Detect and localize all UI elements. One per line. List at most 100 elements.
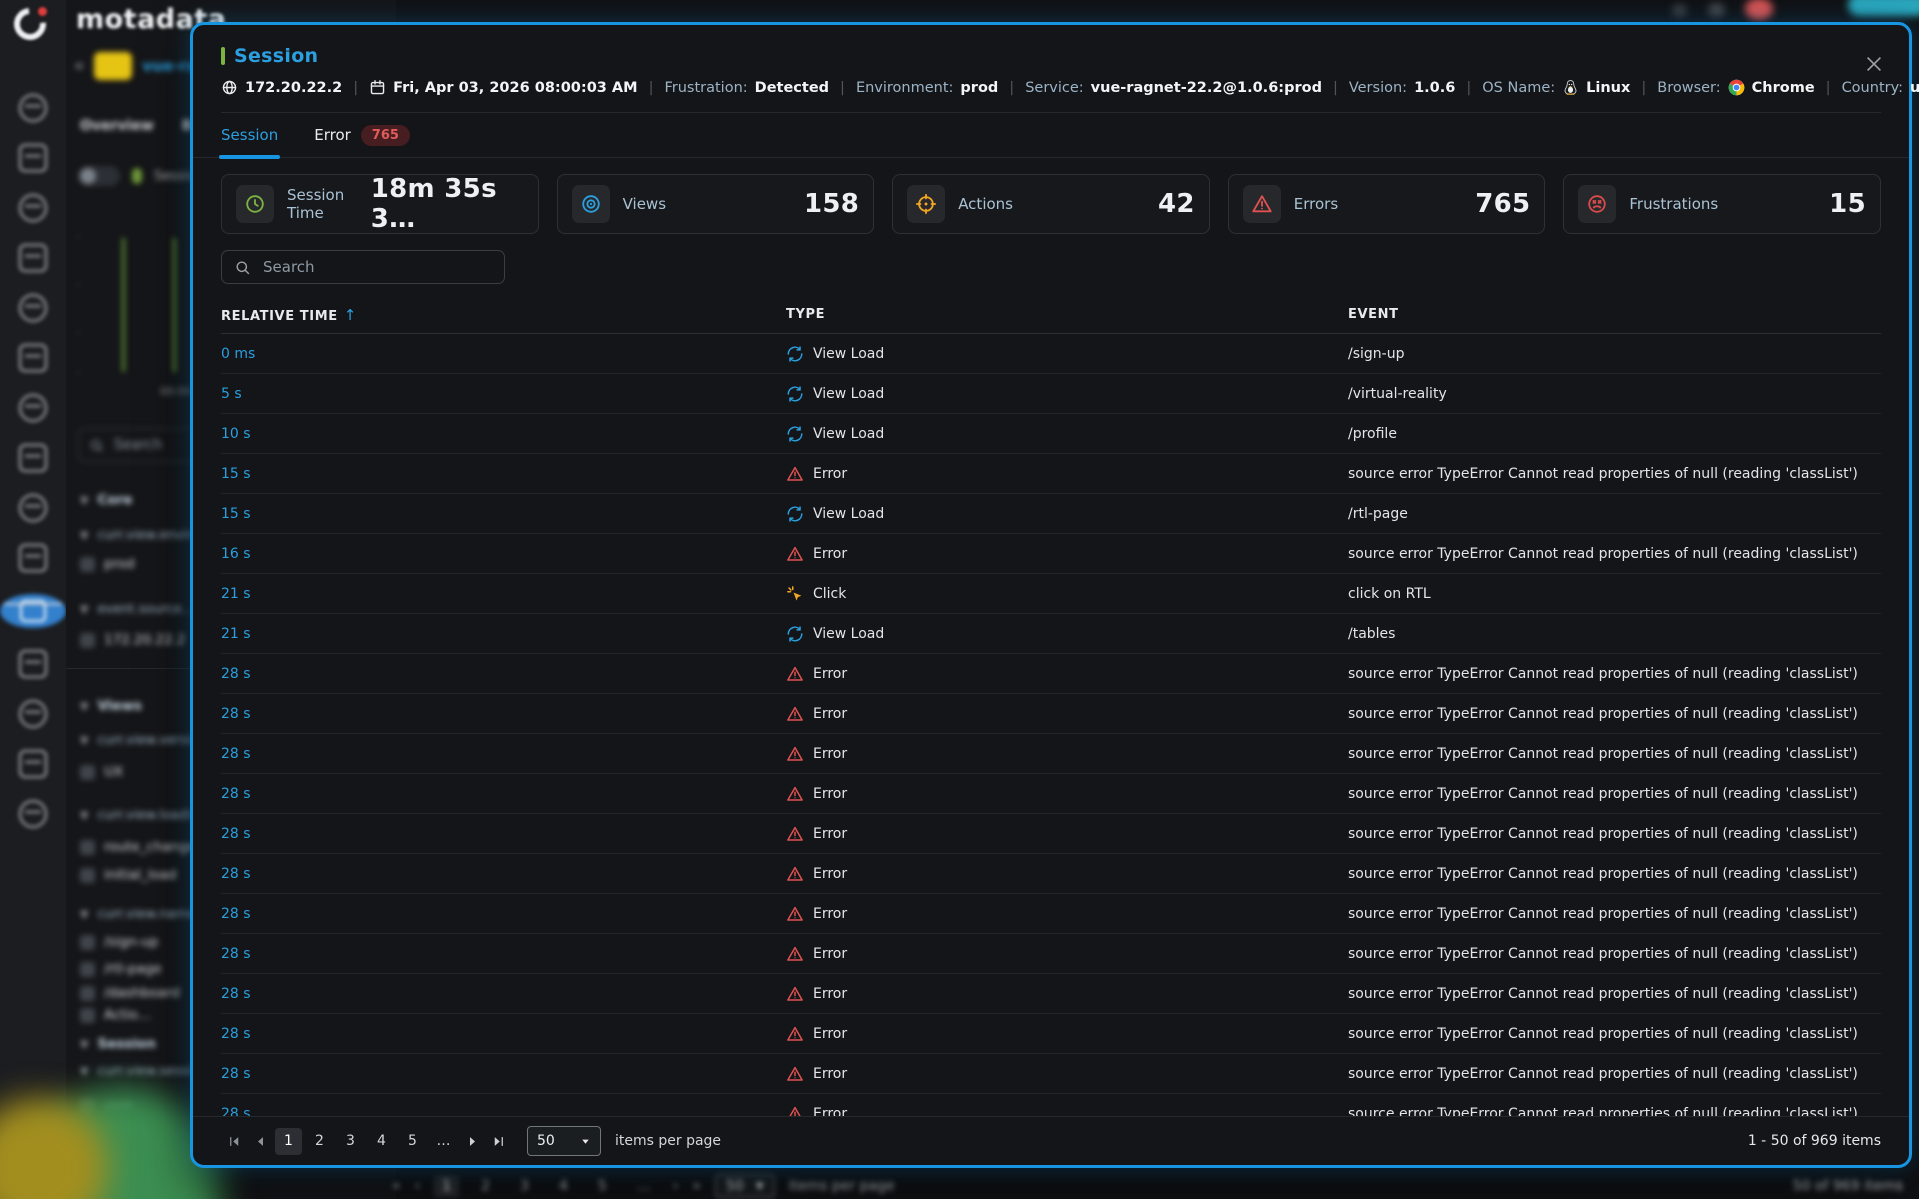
chevron-down-icon[interactable]: ▼ — [80, 494, 88, 507]
tree-item-check[interactable]: route_change — [80, 839, 196, 855]
bg-nav-icon[interactable]: ‹ — [415, 1178, 421, 1194]
bg-nav-icon[interactable]: « — [392, 1178, 401, 1194]
sidebar-module-icon[interactable] — [19, 194, 47, 222]
checkbox[interactable] — [80, 633, 95, 648]
table-row[interactable]: 5 sView Load/virtual-reality — [221, 374, 1881, 414]
tree-item-check[interactable]: prod — [80, 556, 135, 572]
checkbox[interactable] — [80, 840, 95, 855]
event-time-link[interactable]: 21 s — [221, 586, 786, 602]
panel-tab[interactable]: Overview — [80, 118, 154, 134]
last-page-icon[interactable] — [485, 1128, 511, 1154]
table-row[interactable]: 10 sView Load/profile — [221, 414, 1881, 454]
sidebar-module-icon[interactable] — [19, 800, 47, 828]
tree-item-check[interactable]: /dashboard — [80, 985, 180, 1001]
event-time-link[interactable]: 28 s — [221, 786, 786, 802]
bg-page-button[interactable]: 5 — [590, 1175, 615, 1197]
bg-page-button[interactable]: 2 — [473, 1175, 498, 1197]
event-time-link[interactable]: 0 ms — [221, 346, 786, 362]
page-size-select[interactable]: 50 — [527, 1126, 601, 1156]
chevron-down-icon[interactable]: ▼ — [80, 908, 88, 921]
tree-item-check[interactable]: Actio… — [80, 1007, 151, 1023]
event-time-link[interactable]: 5 s — [221, 386, 786, 402]
chevron-down-icon[interactable]: ▼ — [80, 734, 88, 747]
tree-item-section[interactable]: ▼Views — [80, 698, 142, 714]
bg-page-button[interactable]: 4 — [551, 1175, 576, 1197]
table-row[interactable]: 28 sErrorsource error TypeError Cannot r… — [221, 734, 1881, 774]
event-time-link[interactable]: 28 s — [221, 946, 786, 962]
chevron-down-icon[interactable]: ▼ — [80, 603, 88, 616]
event-time-link[interactable]: 28 s — [221, 986, 786, 1002]
checkbox[interactable] — [80, 935, 95, 950]
event-time-link[interactable]: 21 s — [221, 626, 786, 642]
chevron-down-icon[interactable]: ▼ — [80, 809, 88, 822]
chevron-down-icon[interactable]: ▼ — [80, 529, 88, 542]
sidebar-module-icon[interactable] — [19, 700, 47, 728]
search-input[interactable] — [261, 257, 492, 277]
table-row[interactable]: 28 sErrorsource error TypeError Cannot r… — [221, 894, 1881, 934]
tree-item-sub[interactable]: ▼event.source… — [80, 602, 195, 617]
collapse-panel-icon[interactable]: « — [74, 56, 84, 76]
event-time-link[interactable]: 28 s — [221, 746, 786, 762]
checkbox[interactable] — [80, 986, 95, 1001]
table-row[interactable]: 28 sErrorsource error TypeError Cannot r… — [221, 1054, 1881, 1094]
page-button-…[interactable]: … — [430, 1128, 457, 1155]
event-time-link[interactable]: 10 s — [221, 426, 786, 442]
bg-page-button[interactable]: 3 — [512, 1175, 537, 1197]
sidebar-module-icon[interactable] — [19, 94, 47, 122]
table-row[interactable]: 15 sErrorsource error TypeError Cannot r… — [221, 454, 1881, 494]
tree-item-section[interactable]: ▼Core — [80, 492, 132, 508]
column-relative-time[interactable]: RELATIVE TIME↑ — [221, 306, 786, 324]
next-page-icon[interactable] — [459, 1128, 485, 1154]
table-row[interactable]: 28 sErrorsource error TypeError Cannot r… — [221, 934, 1881, 974]
page-button-1[interactable]: 1 — [275, 1128, 302, 1155]
chevron-down-icon[interactable]: ▼ — [80, 1065, 88, 1078]
event-time-link[interactable]: 28 s — [221, 866, 786, 882]
table-row[interactable]: 28 sErrorsource error TypeError Cannot r… — [221, 694, 1881, 734]
table-row[interactable]: 28 sErrorsource error TypeError Cannot r… — [221, 854, 1881, 894]
sidebar-module-icon[interactable] — [19, 394, 47, 422]
sidebar-module-icon[interactable] — [19, 144, 47, 172]
bg-page-button[interactable]: … — [629, 1175, 659, 1197]
event-time-link[interactable]: 28 s — [221, 1026, 786, 1042]
page-button-4[interactable]: 4 — [368, 1128, 395, 1155]
tree-item-check[interactable]: UX — [80, 764, 123, 780]
sidebar-module-icon[interactable] — [19, 750, 47, 778]
event-time-link[interactable]: 28 s — [221, 826, 786, 842]
toggle-switch[interactable] — [78, 166, 120, 186]
table-row[interactable]: 28 sErrorsource error TypeError Cannot r… — [221, 774, 1881, 814]
checkbox[interactable] — [80, 1008, 95, 1023]
table-row[interactable]: 21 sView Load/tables — [221, 614, 1881, 654]
bg-page-size-select[interactable]: 50▼ — [715, 1174, 775, 1198]
table-row[interactable]: 15 sView Load/rtl-page — [221, 494, 1881, 534]
table-row[interactable]: 21 sClickclick on RTL — [221, 574, 1881, 614]
table-row[interactable]: 28 sErrorsource error TypeError Cannot r… — [221, 974, 1881, 1014]
table-row[interactable]: 0 msView Load/sign-up — [221, 334, 1881, 374]
event-time-link[interactable]: 16 s — [221, 546, 786, 562]
chevron-down-icon[interactable]: ▼ — [80, 700, 88, 713]
event-time-link[interactable]: 28 s — [221, 666, 786, 682]
event-time-link[interactable]: 28 s — [221, 706, 786, 722]
checkbox[interactable] — [80, 765, 95, 780]
event-time-link[interactable]: 28 s — [221, 906, 786, 922]
page-button-3[interactable]: 3 — [337, 1128, 364, 1155]
tree-item-check[interactable]: initial_load — [80, 867, 177, 883]
tree-item-check[interactable]: /rtl-page — [80, 961, 162, 977]
tab-error[interactable]: Error 765 — [314, 113, 410, 157]
sidebar-module-icon[interactable] — [19, 494, 47, 522]
checkbox[interactable] — [80, 557, 95, 572]
page-button-5[interactable]: 5 — [399, 1128, 426, 1155]
event-time-link[interactable]: 15 s — [221, 466, 786, 482]
page-button-2[interactable]: 2 — [306, 1128, 333, 1155]
sidebar-module-icon[interactable] — [19, 244, 47, 272]
close-icon[interactable] — [1863, 53, 1885, 75]
column-event[interactable]: EVENT — [1348, 307, 1881, 322]
event-time-link[interactable]: 28 s — [221, 1106, 786, 1116]
sidebar-module-icon[interactable] — [19, 294, 47, 322]
search-box[interactable] — [221, 250, 505, 284]
checkbox[interactable] — [80, 962, 95, 977]
tree-item-check[interactable]: /sign-up — [80, 934, 158, 950]
first-page-icon[interactable] — [221, 1128, 247, 1154]
table-row[interactable]: 16 sErrorsource error TypeError Cannot r… — [221, 534, 1881, 574]
sidebar-module-icon[interactable] — [19, 650, 47, 678]
sort-ascending-icon[interactable]: ↑ — [344, 306, 357, 324]
